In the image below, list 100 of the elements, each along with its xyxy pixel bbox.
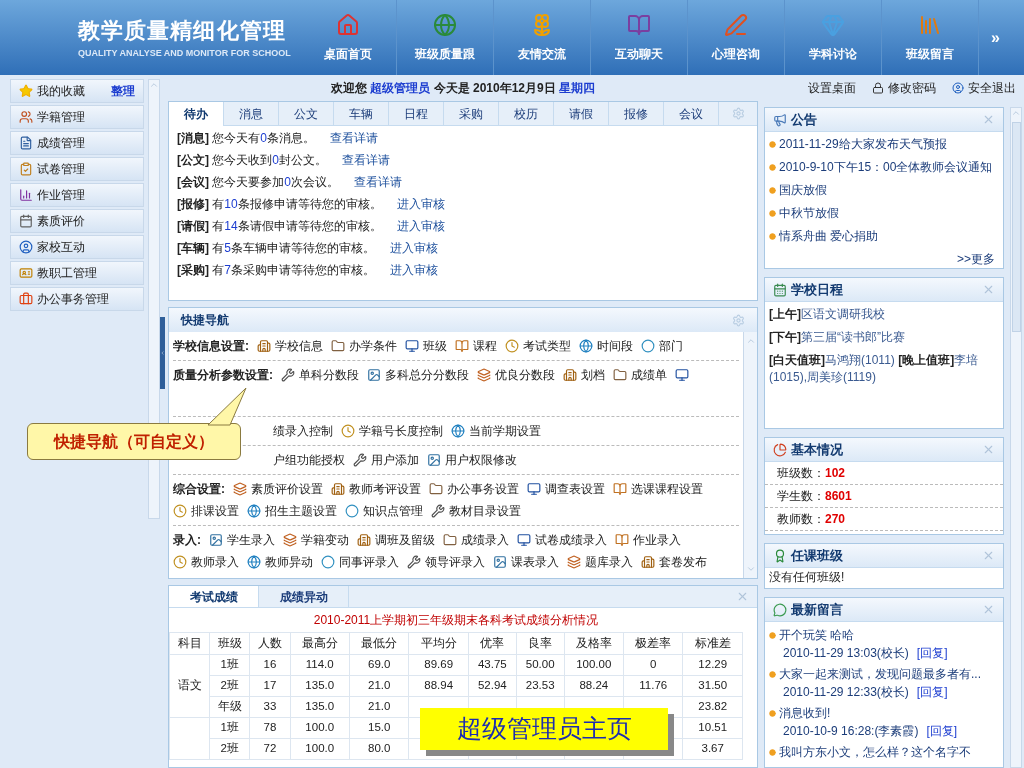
scrollbar-thumb[interactable] <box>1011 122 1021 332</box>
message-link[interactable]: 开个玩笑 哈哈 <box>769 626 999 644</box>
notice-link[interactable]: 国庆放假 <box>769 181 999 199</box>
todo-link[interactable]: 进入审核 <box>397 219 446 233</box>
quick-link[interactable]: 调查表设置 <box>527 480 605 498</box>
quick-link[interactable]: 套卷发布 <box>641 553 707 571</box>
monitor-icon[interactable] <box>675 368 689 382</box>
todo-link[interactable]: 查看详请 <box>354 175 403 189</box>
quick-link[interactable]: 多科总分分数段 <box>367 366 469 384</box>
favorites-item[interactable]: 我的收藏 整理 <box>10 79 144 103</box>
notice-link[interactable]: 2011-11-29给大家发布天气预报 <box>769 135 999 153</box>
quick-link[interactable]: 课程 <box>455 337 497 355</box>
quick-link[interactable]: 招生主题设置 <box>247 502 337 520</box>
tab[interactable]: 采购 <box>444 102 499 125</box>
sidebar-item[interactable]: 素质评价 <box>10 209 144 233</box>
header-link[interactable]: 修改密码 <box>872 79 936 97</box>
todo-link[interactable]: 进入审核 <box>390 241 439 255</box>
quick-link[interactable]: 作业录入 <box>615 531 681 549</box>
quick-link[interactable]: 教师异动 <box>247 553 313 571</box>
nav-tab[interactable]: 桌面首页 <box>300 0 397 75</box>
tab[interactable]: 校历 <box>499 102 554 125</box>
tab[interactable]: 会议 <box>664 102 719 125</box>
sidebar-item[interactable]: 作业管理 <box>10 183 144 207</box>
nav-tab[interactable]: 心理咨询 <box>688 0 785 75</box>
quick-link[interactable]: 学籍号长度控制 <box>341 422 443 440</box>
reply-link[interactable]: [回复] <box>916 644 948 662</box>
message-link[interactable]: 消息收到! <box>769 704 999 722</box>
scroll-up-icon[interactable] <box>1011 108 1021 118</box>
quick-link[interactable]: 选课课程设置 <box>613 480 703 498</box>
notice-link[interactable]: 情系舟曲 爱心捐助 <box>769 227 999 245</box>
quick-link[interactable]: 教材目录设置 <box>431 502 521 520</box>
nav-tab[interactable]: 友情交流 <box>494 0 591 75</box>
tab[interactable]: 车辆 <box>334 102 389 125</box>
todo-link[interactable]: 进入审核 <box>397 197 446 211</box>
quick-link[interactable]: 户组功能授权 <box>273 451 345 469</box>
sidebar-item[interactable]: 家校互动 <box>10 235 144 259</box>
scrollbar[interactable] <box>743 332 757 578</box>
scroll-up-icon[interactable] <box>745 336 756 346</box>
sidebar-item[interactable]: 学籍管理 <box>10 105 144 129</box>
reply-link[interactable]: [回复] <box>916 683 948 701</box>
tab[interactable]: 报修 <box>609 102 664 125</box>
quick-link[interactable]: 学生录入 <box>209 531 275 549</box>
quick-link[interactable]: 成绩录入 <box>443 531 509 549</box>
tab[interactable]: 公文 <box>279 102 334 125</box>
more-button[interactable]: » <box>991 25 1000 50</box>
quick-link[interactable]: 领导评录入 <box>407 553 485 571</box>
reply-link[interactable]: [回复] <box>926 722 958 740</box>
quick-link[interactable]: 学校信息 <box>257 337 323 355</box>
scrollbar[interactable] <box>1010 107 1022 768</box>
quick-link[interactable]: 学籍变动 <box>283 531 349 549</box>
tab[interactable]: 考试成绩 <box>169 586 259 607</box>
nav-tab[interactable]: 班级留言 <box>882 0 979 75</box>
header-link[interactable]: 安全退出 <box>952 79 1016 97</box>
close-icon[interactable] <box>982 603 995 616</box>
nav-tab[interactable]: 班级质量跟 <box>397 0 494 75</box>
quick-link[interactable]: 调班及留级 <box>357 531 435 549</box>
quick-link[interactable]: 部门 <box>641 337 683 355</box>
tab[interactable]: 成绩异动 <box>259 586 349 607</box>
quick-link[interactable]: 绩录入控制 <box>273 422 333 440</box>
nav-tab[interactable]: 学科讨论 <box>785 0 882 75</box>
close-icon[interactable] <box>982 443 995 456</box>
more-link[interactable]: >>更多 <box>957 250 999 268</box>
quick-link[interactable]: 办公事务设置 <box>429 480 519 498</box>
quick-link[interactable]: 教师录入 <box>173 553 239 571</box>
nav-tab[interactable]: 互动聊天 <box>591 0 688 75</box>
quick-link[interactable]: 划档 <box>563 366 605 384</box>
todo-link[interactable]: 进入审核 <box>390 263 439 277</box>
settings-icon[interactable] <box>731 107 745 120</box>
quick-link[interactable]: 排课设置 <box>173 502 239 520</box>
quick-link[interactable]: 教师考评设置 <box>331 480 421 498</box>
sidebar-item[interactable]: 办公事务管理 <box>10 287 144 311</box>
quick-link[interactable]: 用户添加 <box>353 451 419 469</box>
notice-link[interactable]: 2010-9-10下午15：00全体教师会议通知 <box>769 158 999 176</box>
quick-link[interactable]: 知识点管理 <box>345 502 423 520</box>
scroll-up-icon[interactable] <box>149 80 159 90</box>
close-icon[interactable] <box>982 283 995 296</box>
quick-link[interactable]: 用户权限修改 <box>427 451 517 469</box>
collapse-handle[interactable] <box>160 317 165 389</box>
manage-link[interactable]: 整理 <box>111 82 135 100</box>
sidebar-item[interactable]: 教职工管理 <box>10 261 144 285</box>
quick-link[interactable]: 成绩单 <box>613 366 667 384</box>
message-link[interactable]: 大家一起来测试，发现问题最多者有... <box>769 665 999 683</box>
todo-link[interactable]: 查看详请 <box>330 131 379 145</box>
close-icon[interactable] <box>736 590 749 603</box>
quick-link[interactable]: 班级 <box>405 337 447 355</box>
quick-link[interactable]: 同事评录入 <box>321 553 399 571</box>
tab[interactable]: 请假 <box>554 102 609 125</box>
quick-link[interactable]: 单科分数段 <box>281 366 359 384</box>
quick-link[interactable]: 课表录入 <box>493 553 559 571</box>
message-link[interactable]: 我叫方东小文，怎么样？这个名字不 <box>769 743 999 761</box>
quick-link[interactable]: 题库录入 <box>567 553 633 571</box>
header-link[interactable]: 设置桌面 <box>808 79 856 97</box>
sidebar-item[interactable]: 试卷管理 <box>10 157 144 181</box>
todo-link[interactable]: 查看详请 <box>342 153 391 167</box>
quick-link[interactable]: 当前学期设置 <box>451 422 541 440</box>
close-icon[interactable] <box>982 549 995 562</box>
tab[interactable]: 消息 <box>224 102 279 125</box>
settings-icon[interactable] <box>732 313 745 327</box>
tab[interactable]: 日程 <box>389 102 444 125</box>
quick-link[interactable]: 优良分数段 <box>477 366 555 384</box>
